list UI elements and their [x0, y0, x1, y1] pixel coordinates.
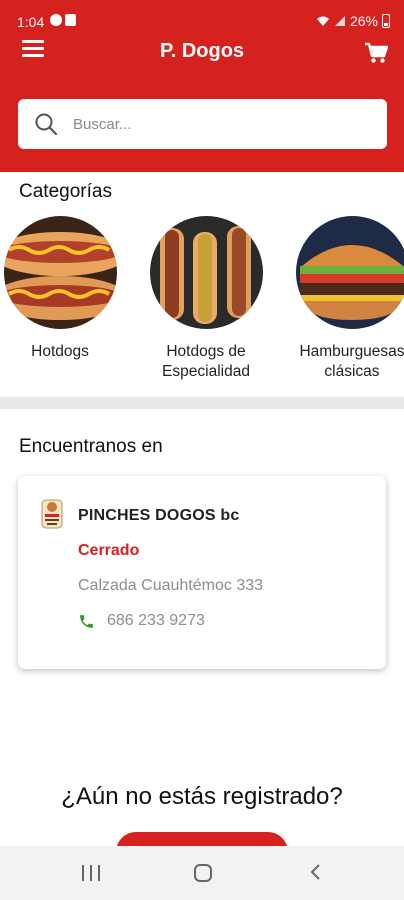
category-image	[295, 216, 404, 329]
cart-icon[interactable]	[364, 42, 388, 64]
category-label: Hotdogs de Especialidad	[162, 343, 250, 380]
store-phone[interactable]: 686 233 9273	[107, 612, 205, 630]
store-card[interactable]: PINCHES DOGOS bc Cerrado Calzada Cuauhté…	[18, 476, 386, 669]
battery-percent: 26%	[349, 13, 378, 29]
category-image	[3, 216, 117, 329]
search-input[interactable]	[73, 115, 353, 133]
category-label: Hamburguesas clásicas	[299, 343, 404, 380]
notification-icon	[65, 14, 76, 26]
category-hotdogs-especialidad[interactable]: Hotdogs de Especialidad	[131, 216, 281, 382]
app-bar: P. Dogos	[0, 34, 404, 74]
category-hamburguesas-clasicas[interactable]: Hamburguesas clásicas	[277, 216, 404, 382]
category-image	[149, 216, 263, 329]
category-hotdogs[interactable]: Hotdogs	[0, 216, 135, 362]
app-title: P. Dogos	[159, 40, 245, 62]
battery-icon	[382, 14, 390, 28]
wifi-icon	[316, 16, 329, 26]
back-icon[interactable]	[306, 862, 326, 882]
phone-icon[interactable]	[78, 613, 95, 630]
store-name: PINCHES DOGOS bc	[78, 507, 240, 524]
notification-icons	[50, 14, 76, 26]
store-address: Calzada Cuauhtémoc 333	[78, 577, 264, 594]
home-icon[interactable]	[194, 864, 212, 882]
store-logo	[41, 499, 63, 529]
category-label: Hotdogs	[31, 343, 89, 360]
signal-icon	[334, 16, 345, 26]
search-icon	[35, 113, 58, 136]
store-status: Cerrado	[78, 542, 140, 559]
header: 1:04 26% P. Dogos	[0, 0, 404, 172]
status-time: 1:04	[17, 14, 45, 30]
search-bar[interactable]	[18, 99, 387, 149]
app-screen: 1:04 26% P. Dogos Buscar... Categorías H…	[0, 0, 404, 900]
status-bar: 1:04 26%	[0, 0, 404, 34]
status-right: 26%	[316, 13, 390, 29]
recent-apps-icon[interactable]	[82, 865, 100, 881]
register-question: ¿Aún no estás registrado?	[61, 783, 343, 810]
system-nav-bar	[0, 846, 404, 900]
locations-title: Encuentranos en	[19, 436, 163, 457]
notification-icon	[50, 14, 62, 26]
section-divider	[0, 397, 404, 409]
categories-title: Categorías	[19, 181, 112, 202]
